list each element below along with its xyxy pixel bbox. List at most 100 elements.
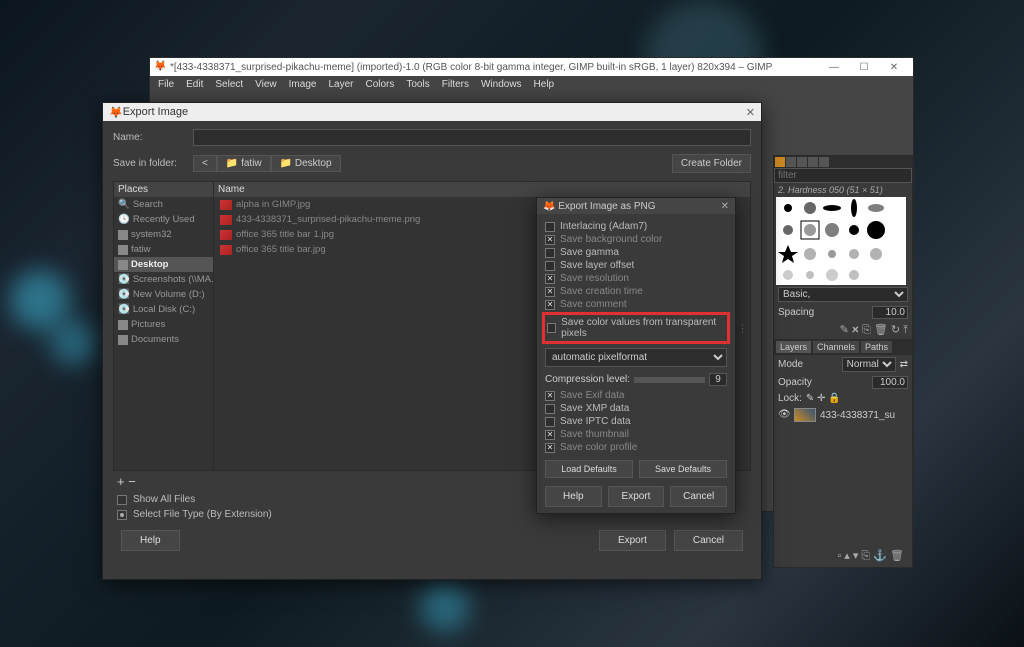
place-pictures[interactable]: Pictures: [114, 317, 213, 332]
tab-channels[interactable]: Channels: [813, 341, 859, 353]
bookmark-add-button[interactable]: +: [117, 474, 125, 489]
crumb-desktop-button[interactable]: 📁 Desktop: [271, 155, 341, 172]
resolution-label: Save resolution: [560, 273, 629, 284]
colorprofile-checkbox[interactable]: ✕: [545, 443, 555, 453]
menu-select[interactable]: Select: [215, 79, 243, 90]
brush-action-icons[interactable]: ✎ 🞬 ⎘ 🗑 ↻ ⤒: [774, 321, 912, 339]
gamma-label: Save gamma: [560, 247, 619, 258]
mode-select[interactable]: Normal: [842, 357, 896, 372]
resolution-checkbox[interactable]: ✕: [545, 274, 555, 284]
xmp-checkbox[interactable]: [545, 404, 555, 414]
comment-checkbox[interactable]: ✕: [545, 300, 555, 310]
transparent-checkbox[interactable]: [547, 323, 556, 333]
colorprofile-label: Save color profile: [560, 442, 637, 453]
save-defaults-button[interactable]: Save Defaults: [639, 460, 727, 478]
select-type-expander[interactable]: [117, 510, 127, 520]
opacity-value[interactable]: 100.0: [872, 376, 908, 389]
bg-checkbox[interactable]: ✕: [545, 235, 555, 245]
menu-image[interactable]: Image: [289, 79, 317, 90]
brush-name-label: 2. Hardness 050 (51 × 51): [774, 183, 912, 197]
iptc-checkbox[interactable]: [545, 417, 555, 427]
place-screenshots[interactable]: 💽Screenshots (\\MA...: [114, 272, 213, 287]
place-local-disk[interactable]: 💽Local Disk (C:): [114, 302, 213, 317]
spacing-value[interactable]: 10.0: [872, 306, 908, 319]
exif-checkbox[interactable]: ✕: [545, 391, 555, 401]
creation-label: Save creation time: [560, 286, 643, 297]
exif-label: Save Exif data: [560, 390, 624, 401]
pixelformat-select[interactable]: automatic pixelformat: [545, 348, 727, 367]
layer-action-icons[interactable]: ▫ ▴ ▾ ⎘ ⚓ 🗑: [833, 547, 908, 565]
export-dialog-title: Export Image: [123, 106, 188, 118]
place-recent[interactable]: 🕓Recently Used: [114, 212, 213, 227]
brush-grid[interactable]: [776, 197, 906, 285]
export-dialog-close-icon[interactable]: ✕: [746, 106, 755, 119]
minimize-button[interactable]: —: [819, 62, 849, 73]
name-label: Name:: [113, 132, 183, 143]
visibility-icon[interactable]: 👁: [778, 409, 790, 421]
png-export-button[interactable]: Export: [608, 486, 665, 507]
menu-windows[interactable]: Windows: [481, 79, 522, 90]
tab-paths[interactable]: Paths: [861, 341, 892, 353]
crumb-back-button[interactable]: <: [193, 155, 217, 172]
show-all-checkbox[interactable]: [117, 495, 127, 505]
export-export-button[interactable]: Export: [599, 530, 666, 551]
png-dialog-close-icon[interactable]: ✕: [721, 201, 729, 212]
thumb-label: Save thumbnail: [560, 429, 629, 440]
brush-preset-select[interactable]: Basic,: [778, 287, 908, 302]
menu-edit[interactable]: Edit: [186, 79, 203, 90]
bg-label: Save background color: [560, 234, 662, 245]
place-system32[interactable]: system32: [114, 227, 213, 242]
menu-tools[interactable]: Tools: [406, 79, 429, 90]
places-sidebar: Places 🔍Search 🕓Recently Used system32 f…: [114, 182, 214, 470]
wilber-icon: 🦊: [109, 106, 123, 119]
dock-tabs[interactable]: [774, 156, 912, 168]
create-folder-button[interactable]: Create Folder: [672, 154, 751, 173]
transparent-label: Save color values from transparent pixel…: [561, 317, 725, 339]
compression-slider[interactable]: [634, 377, 705, 383]
gamma-checkbox[interactable]: [545, 248, 555, 258]
png-help-button[interactable]: Help: [545, 486, 602, 507]
place-new-volume[interactable]: 💽New Volume (D:): [114, 287, 213, 302]
interlacing-label: Interlacing (Adam7): [560, 221, 647, 232]
layer-name[interactable]: 433-4338371_su: [820, 410, 895, 421]
filename-input[interactable]: [193, 129, 751, 146]
name-column-header[interactable]: Name: [214, 182, 750, 197]
menu-help[interactable]: Help: [534, 79, 555, 90]
lock-icons[interactable]: ✎ ✛ 🔒: [806, 393, 841, 404]
export-help-button[interactable]: Help: [121, 530, 180, 551]
menu-filters[interactable]: Filters: [442, 79, 469, 90]
export-png-dialog: 🦊 Export Image as PNG ✕ Interlacing (Ada…: [536, 197, 736, 514]
mode-arrows[interactable]: ⇄: [900, 359, 908, 370]
place-documents[interactable]: Documents: [114, 332, 213, 347]
compression-label: Compression level:: [545, 374, 630, 385]
menu-file[interactable]: File: [158, 79, 174, 90]
layer-offset-checkbox[interactable]: [545, 261, 555, 271]
png-dialog-title: Export Image as PNG: [558, 201, 655, 212]
menu-layer[interactable]: Layer: [328, 79, 353, 90]
crumb-user-button[interactable]: 📁 fatiw: [217, 155, 271, 172]
tab-layers[interactable]: Layers: [776, 341, 811, 353]
thumb-checkbox[interactable]: ✕: [545, 430, 555, 440]
load-defaults-button[interactable]: Load Defaults: [545, 460, 633, 478]
lock-label: Lock:: [778, 393, 802, 404]
interlacing-checkbox[interactable]: [545, 222, 555, 232]
brush-filter-input[interactable]: [774, 168, 912, 183]
creation-checkbox[interactable]: ✕: [545, 287, 555, 297]
compression-value[interactable]: 9: [709, 373, 727, 386]
png-cancel-button[interactable]: Cancel: [670, 486, 727, 507]
show-all-label: Show All Files: [133, 494, 195, 505]
layer-row[interactable]: 👁 433-4338371_su: [774, 406, 912, 424]
right-dock: 2. Hardness 050 (51 × 51) Basic, Spacing…: [773, 155, 913, 568]
place-search[interactable]: 🔍Search: [114, 197, 213, 212]
menu-colors[interactable]: Colors: [365, 79, 394, 90]
close-button[interactable]: ✕: [879, 62, 909, 73]
menu-view[interactable]: View: [255, 79, 277, 90]
place-fatiw[interactable]: fatiw: [114, 242, 213, 257]
export-cancel-button[interactable]: Cancel: [674, 530, 743, 551]
place-desktop[interactable]: Desktop: [114, 257, 213, 272]
savein-label: Save in folder:: [113, 158, 183, 169]
maximize-button[interactable]: ☐: [849, 62, 879, 73]
bookmark-remove-button[interactable]: −: [128, 474, 136, 489]
resize-grip-icon[interactable]: ⋮: [737, 322, 748, 335]
mode-label: Mode: [778, 359, 803, 370]
